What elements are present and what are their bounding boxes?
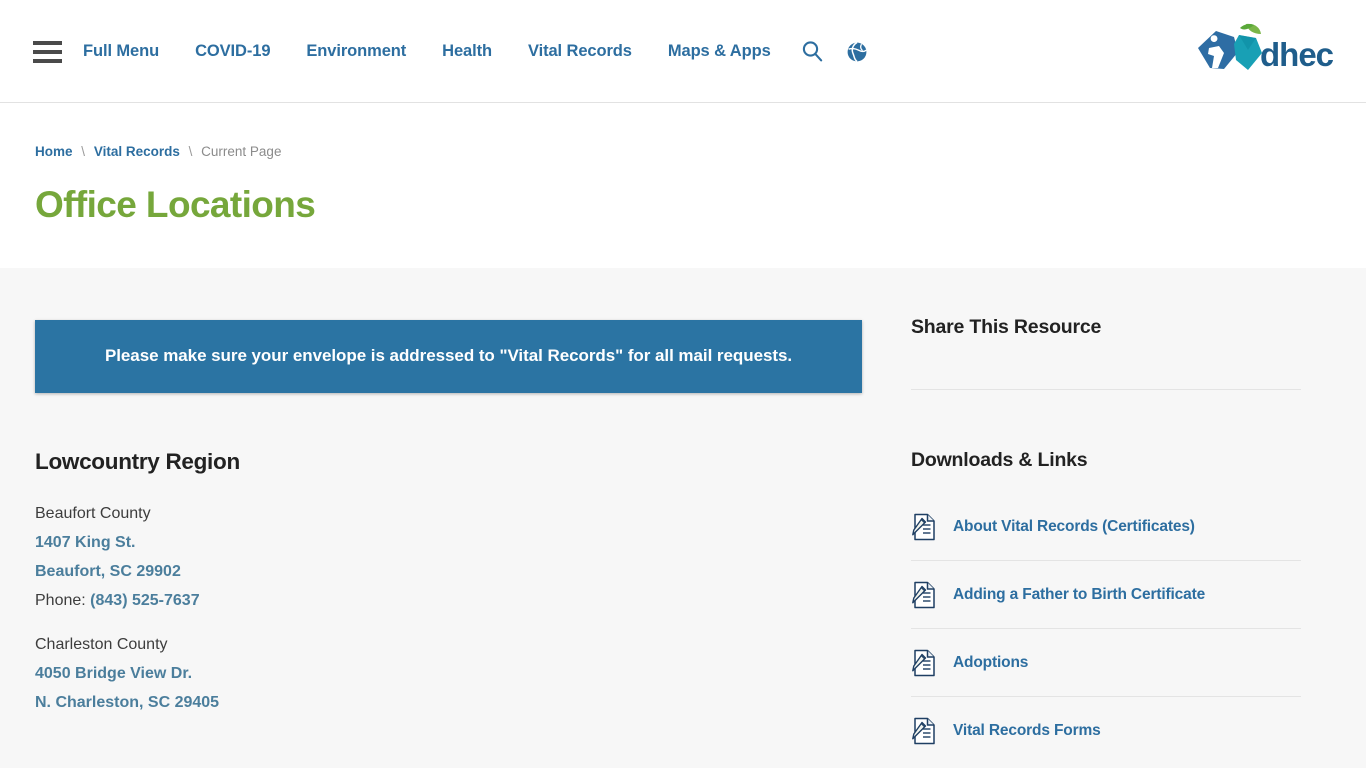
office-entry: Charleston County 4050 Bridge View Dr. N… (35, 630, 905, 717)
primary-navigation: Full Menu COVID-19 Environment Health Vi… (0, 0, 1366, 103)
page-title-band: Home \ Vital Records \ Current Page Offi… (0, 103, 1366, 339)
download-link-row[interactable]: Adoptions (911, 629, 1301, 697)
site-header: Full Menu COVID-19 Environment Health Vi… (0, 0, 1366, 103)
hamburger-bar (33, 49, 62, 54)
share-buttons-container (911, 339, 1331, 389)
search-icon[interactable] (801, 40, 824, 63)
nav-item-covid-19[interactable]: COVID-19 (195, 42, 270, 61)
nav-item-vital-records[interactable]: Vital Records (528, 42, 632, 61)
download-link-row[interactable]: Vital Records Forms (911, 697, 1301, 765)
breadcrumb-separator: \ (81, 144, 86, 159)
download-link-label[interactable]: Adding a Father to Birth Certificate (953, 586, 1205, 604)
office-phone-row: Phone: (843) 525-7637 (35, 586, 905, 615)
office-county: Charleston County (35, 636, 168, 653)
page-title: Office Locations (35, 184, 316, 225)
office-spacer (35, 615, 905, 630)
nav-item-full-menu[interactable]: Full Menu (83, 42, 159, 61)
dhec-logo[interactable]: dhec (1194, 22, 1344, 80)
sidebar-divider (911, 389, 1301, 390)
breadcrumb-item-current: Current Page (201, 144, 282, 159)
breadcrumb-separator: \ (188, 144, 193, 159)
phone-label: Phone: (35, 592, 86, 609)
document-pen-icon (911, 513, 937, 541)
document-pen-icon (911, 649, 937, 677)
office-entry: Beaufort County 1407 King St. Beaufort, … (35, 499, 905, 615)
hamburger-menu-icon[interactable] (33, 40, 62, 63)
content-area: Please make sure your envelope is addres… (0, 268, 1366, 768)
office-street-link[interactable]: 1407 King St. (35, 528, 905, 557)
main-column: Please make sure your envelope is addres… (0, 268, 905, 765)
download-link-label[interactable]: Adoptions (953, 654, 1028, 672)
region-heading: Lowcountry Region (35, 449, 240, 474)
nav-links: Full Menu COVID-19 Environment Health Vi… (83, 40, 890, 63)
download-link-label[interactable]: Vital Records Forms (953, 722, 1101, 740)
breadcrumb-item-home[interactable]: Home (35, 144, 73, 159)
downloads-list: About Vital Records (Certificates) Addin… (911, 493, 1331, 765)
breadcrumb: Home \ Vital Records \ Current Page (35, 143, 281, 161)
nav-item-health[interactable]: Health (442, 42, 492, 61)
share-this-resource-heading: Share This Resource (911, 316, 1102, 338)
breadcrumb-item-vital-records[interactable]: Vital Records (94, 144, 180, 159)
phone-link[interactable]: (843) 525-7637 (90, 592, 199, 609)
office-street-link[interactable]: 4050 Bridge View Dr. (35, 659, 905, 688)
nav-item-maps-apps[interactable]: Maps & Apps (668, 42, 771, 61)
office-county: Beaufort County (35, 505, 151, 522)
document-pen-icon (911, 717, 937, 745)
office-citystate-link[interactable]: N. Charleston, SC 29405 (35, 688, 905, 717)
svg-text:dhec: dhec (1260, 36, 1334, 73)
document-pen-icon (911, 581, 937, 609)
hamburger-bar (33, 58, 62, 63)
sidebar: Share This Resource Downloads & Links Ab… (905, 268, 1366, 765)
globe-icon[interactable] (846, 41, 868, 63)
mail-notice-banner: Please make sure your envelope is addres… (35, 320, 862, 393)
office-citystate-link[interactable]: Beaufort, SC 29902 (35, 557, 905, 586)
hamburger-bar (33, 40, 62, 45)
nav-item-environment[interactable]: Environment (306, 42, 406, 61)
download-link-label[interactable]: About Vital Records (Certificates) (953, 518, 1195, 536)
download-link-row[interactable]: Adding a Father to Birth Certificate (911, 561, 1301, 629)
download-link-row[interactable]: About Vital Records (Certificates) (911, 493, 1301, 561)
downloads-and-links-heading: Downloads & Links (911, 449, 1088, 471)
